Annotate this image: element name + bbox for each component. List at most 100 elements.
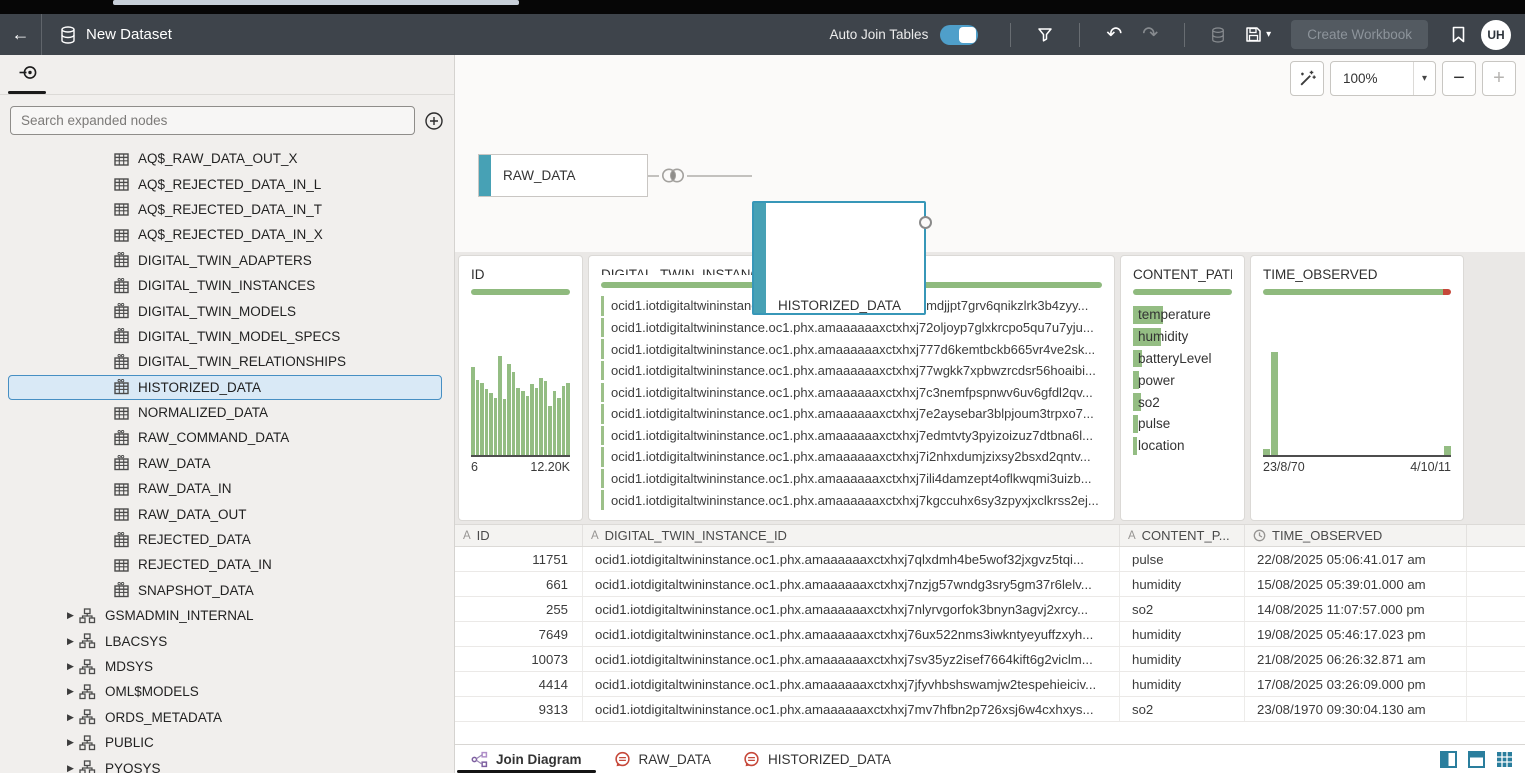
- expand-chevron-icon[interactable]: ▶: [67, 661, 79, 672]
- grid-layout-icon[interactable]: [1496, 751, 1513, 768]
- table-row[interactable]: 9313ocid1.iotdigitaltwininstance.oc1.phx…: [455, 697, 1525, 722]
- auto-join-toggle[interactable]: [940, 25, 978, 45]
- bottom-tab-raw-data[interactable]: RAW_DATA: [598, 745, 728, 773]
- histogram-bar: [1444, 446, 1451, 455]
- tree-item-raw-data-out[interactable]: RAW_DATA_OUT: [8, 501, 442, 526]
- column-header-content-p-[interactable]: ACONTENT_P...: [1120, 525, 1245, 546]
- column-header-digital-twin-instance-id[interactable]: ADIGITAL_TWIN_INSTANCE_ID: [583, 525, 1120, 546]
- back-button[interactable]: ←: [0, 14, 42, 55]
- undo-icon[interactable]: ↶: [1106, 25, 1122, 44]
- tree-item-lbacsys[interactable]: ▶ LBACSYS: [8, 628, 442, 653]
- node-connector-handle[interactable]: [919, 216, 932, 229]
- zoom-out-button[interactable]: −: [1442, 61, 1476, 96]
- diagram-node-raw-data[interactable]: RAW_DATA: [478, 154, 648, 197]
- bookmark-icon[interactable]: [1452, 26, 1465, 43]
- split-left-layout-icon[interactable]: [1440, 751, 1457, 768]
- expand-chevron-icon[interactable]: ▶: [67, 636, 79, 647]
- join-diagram-canvas[interactable]: 100% ▾ − + RAW_DATA HISTORIZED_DATA: [455, 55, 1525, 252]
- chevron-down-icon[interactable]: ▾: [1266, 29, 1271, 40]
- table-icon: [114, 227, 129, 243]
- tree-item-historized-data[interactable]: HISTORIZED_DATA: [8, 375, 442, 400]
- tree-item-aq-rejected-data-in-x[interactable]: AQ$_REJECTED_DATA_IN_X: [8, 222, 442, 247]
- bottom-tab-join-diagram[interactable]: Join Diagram: [455, 745, 598, 773]
- expand-chevron-icon[interactable]: ▶: [67, 763, 79, 773]
- tree-item-public[interactable]: ▶PUBLIC: [8, 730, 442, 755]
- table-row[interactable]: 7649ocid1.iotdigitaltwininstance.oc1.phx…: [455, 622, 1525, 647]
- zoom-in-button[interactable]: +: [1482, 61, 1516, 96]
- histogram-bar: [476, 380, 480, 455]
- tree-item-raw-data-in[interactable]: RAW_DATA_IN: [8, 476, 442, 501]
- add-connection-button[interactable]: [424, 111, 444, 131]
- diagram-node-historized-data[interactable]: HISTORIZED_DATA: [752, 201, 926, 315]
- join-type-icon[interactable]: [659, 167, 687, 189]
- create-workbook-button[interactable]: Create Workbook: [1291, 20, 1428, 49]
- tree-item-digital-twin-instances[interactable]: DIGITAL_TWIN_INSTANCES: [8, 273, 442, 298]
- column-card-time-observed[interactable]: TIME_OBSERVED 23/8/70 4/10/11: [1250, 255, 1464, 521]
- tree-item-rejected-data[interactable]: REJECTED_DATA: [8, 527, 442, 552]
- table-cell: pulse: [1120, 547, 1245, 571]
- tree-item-mdsys[interactable]: ▶MDSYS: [8, 654, 442, 679]
- zoom-level-select[interactable]: 100% ▾: [1330, 61, 1436, 96]
- tree-item-digital-twin-models[interactable]: DIGITAL_TWIN_MODELS: [8, 298, 442, 323]
- table-row[interactable]: 661ocid1.iotdigitaltwininstance.oc1.phx.…: [455, 572, 1525, 597]
- histogram-bar: [553, 391, 557, 455]
- table-row[interactable]: 255ocid1.iotdigitaltwininstance.oc1.phx.…: [455, 597, 1525, 622]
- tree-item-label: AQ$_REJECTED_DATA_IN_T: [138, 202, 322, 217]
- quality-bar: [471, 289, 570, 295]
- id-histogram: [471, 343, 570, 457]
- column-header-time-observed[interactable]: TIME_OBSERVED: [1245, 525, 1467, 546]
- auto-layout-button[interactable]: [1290, 61, 1324, 96]
- tree-item-ords-metadata[interactable]: ▶ORDS_METADATA: [8, 705, 442, 730]
- expand-chevron-icon[interactable]: ▶: [67, 610, 79, 621]
- expand-chevron-icon[interactable]: ▶: [67, 712, 79, 723]
- app-header: ← New Dataset Auto Join Tables ↶ ↷ ▾ Cre…: [0, 14, 1525, 55]
- tree-item-raw-data[interactable]: RAW_DATA: [8, 451, 442, 476]
- tree-item-oml-models[interactable]: ▶OML$MODELS: [8, 679, 442, 704]
- tree-item-aq-rejected-data-in-l[interactable]: AQ$_REJECTED_DATA_IN_L: [8, 171, 442, 196]
- tree-item-snapshot-data[interactable]: SNAPSHOT_DATA: [8, 578, 442, 603]
- tree-item-aq-rejected-data-in-t[interactable]: AQ$_REJECTED_DATA_IN_T: [8, 197, 442, 222]
- bottom-tab-historized-data[interactable]: HISTORIZED_DATA: [727, 745, 907, 773]
- value-row: ocid1.iotdigitaltwininstance.oc1.phx.ama…: [601, 383, 1102, 402]
- save-icon[interactable]: ▾: [1245, 26, 1271, 43]
- tree-item-normalized-data[interactable]: NORMALIZED_DATA: [8, 400, 442, 425]
- table-cell: 9313: [455, 697, 583, 721]
- expand-chevron-icon[interactable]: ▶: [67, 737, 79, 748]
- table-row[interactable]: 11751ocid1.iotdigitaltwininstance.oc1.ph…: [455, 547, 1525, 572]
- tree-item-label: DIGITAL_TWIN_MODEL_SPECS: [138, 329, 340, 344]
- histogram-bar: [1271, 352, 1278, 455]
- tree-item-raw-command-data[interactable]: RAW_COMMAND_DATA: [8, 425, 442, 450]
- column-card-id[interactable]: ID 6 12.20K: [458, 255, 583, 521]
- column-card-content-path[interactable]: CONTENT_PATH temperaturehumiditybatteryL…: [1120, 255, 1245, 521]
- layout-toggle-group: [1440, 751, 1525, 768]
- split-top-layout-icon[interactable]: [1468, 751, 1485, 768]
- view-table-icon: [114, 252, 129, 268]
- histogram-bar: [507, 364, 511, 455]
- grid-empty-space: [455, 722, 1525, 744]
- filter-icon[interactable]: [1037, 27, 1053, 43]
- frequency-bar: [601, 404, 604, 423]
- tree-item-digital-twin-relationships[interactable]: DIGITAL_TWIN_RELATIONSHIPS: [8, 349, 442, 374]
- table-cell: ocid1.iotdigitaltwininstance.oc1.phx.ama…: [583, 647, 1120, 671]
- grid-body: 11751ocid1.iotdigitaltwininstance.oc1.ph…: [455, 547, 1525, 722]
- view-table-icon: [114, 582, 129, 598]
- table-row[interactable]: 4414ocid1.iotdigitaltwininstance.oc1.phx…: [455, 672, 1525, 697]
- expand-chevron-icon[interactable]: ▶: [67, 686, 79, 697]
- search-input[interactable]: [10, 106, 415, 135]
- table-cell: 17/08/2025 03:26:09.000 pm: [1245, 672, 1467, 696]
- tree-item-digital-twin-model-specs[interactable]: DIGITAL_TWIN_MODEL_SPECS: [8, 324, 442, 349]
- value-row: ocid1.iotdigitaltwininstance.oc1.phx.ama…: [601, 361, 1102, 380]
- user-avatar[interactable]: UH: [1481, 20, 1511, 50]
- column-header-id[interactable]: AID: [455, 525, 583, 546]
- tree-item-label: LBACSYS: [105, 634, 167, 649]
- tree-item-pyqsys[interactable]: ▶PYQSYS: [8, 755, 442, 773]
- tree-item-digital-twin-adapters[interactable]: DIGITAL_TWIN_ADAPTERS: [8, 248, 442, 273]
- table-row[interactable]: 10073ocid1.iotdigitaltwininstance.oc1.ph…: [455, 647, 1525, 672]
- table-cell: ocid1.iotdigitaltwininstance.oc1.phx.ama…: [583, 672, 1120, 696]
- connections-tab[interactable]: [18, 64, 39, 86]
- tree-item-rejected-data-in[interactable]: REJECTED_DATA_IN: [8, 552, 442, 577]
- tree-item-aq-raw-data-out-x[interactable]: AQ$_RAW_DATA_OUT_X: [8, 146, 442, 171]
- divider: [1184, 23, 1185, 47]
- tree-item-gsmadmin-internal[interactable]: ▶GSMADMIN_INTERNAL: [8, 603, 442, 628]
- node-label: HISTORIZED_DATA: [778, 298, 901, 313]
